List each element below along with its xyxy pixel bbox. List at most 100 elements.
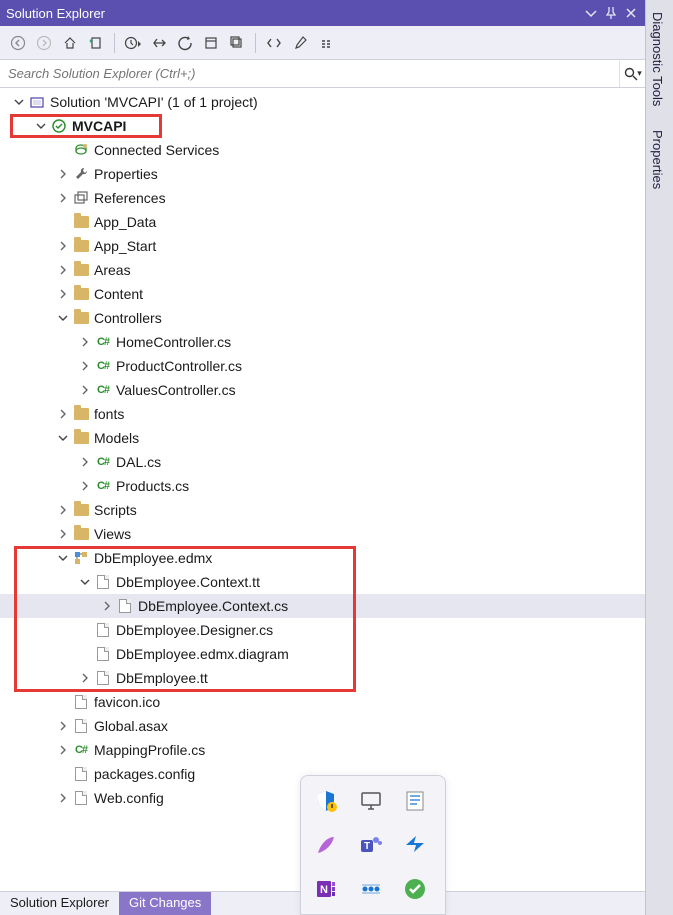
tree-item-label: MappingProfile.cs bbox=[94, 742, 205, 758]
taskbar-notepad-icon[interactable] bbox=[400, 786, 430, 816]
tree-item[interactable]: DbEmployee.Context.tt bbox=[0, 570, 645, 594]
solution-node[interactable]: Solution 'MVCAPI' (1 of 1 project) bbox=[0, 90, 645, 114]
tree-item[interactable]: C#DAL.cs bbox=[0, 450, 645, 474]
tree-item[interactable]: Properties bbox=[0, 162, 645, 186]
file-icon bbox=[94, 645, 112, 663]
tree-item[interactable]: App_Start bbox=[0, 234, 645, 258]
taskbar-power-icon[interactable] bbox=[400, 830, 430, 860]
side-tab-properties[interactable]: Properties bbox=[646, 118, 669, 201]
dropdown-icon[interactable] bbox=[583, 5, 599, 21]
refresh-button[interactable] bbox=[173, 31, 197, 55]
tree-item-label: References bbox=[94, 190, 166, 206]
search-input[interactable] bbox=[0, 60, 619, 87]
tree-item[interactable]: favicon.ico bbox=[0, 690, 645, 714]
expander-icon[interactable] bbox=[56, 287, 70, 301]
taskbar-check-icon[interactable] bbox=[400, 874, 430, 904]
expander-icon[interactable] bbox=[56, 311, 70, 325]
tree-item[interactable]: App_Data bbox=[0, 210, 645, 234]
tree-item[interactable]: DbEmployee.Designer.cs bbox=[0, 618, 645, 642]
folder-icon bbox=[72, 429, 90, 447]
tree-item[interactable]: Connected Services bbox=[0, 138, 645, 162]
tree-item[interactable]: Scripts bbox=[0, 498, 645, 522]
tree-item[interactable]: Areas bbox=[0, 258, 645, 282]
expander-icon[interactable] bbox=[56, 263, 70, 277]
tree-item[interactable]: Controllers bbox=[0, 306, 645, 330]
expander-icon[interactable] bbox=[56, 791, 70, 805]
expander-icon[interactable] bbox=[78, 383, 92, 397]
tree-item[interactable]: C#ProductController.cs bbox=[0, 354, 645, 378]
expander-icon[interactable] bbox=[78, 575, 92, 589]
expander-icon[interactable] bbox=[56, 407, 70, 421]
taskbar-teams-icon[interactable]: T bbox=[356, 830, 386, 860]
home-button[interactable] bbox=[58, 31, 82, 55]
tree-item[interactable]: Models bbox=[0, 426, 645, 450]
tree-item-label: DAL.cs bbox=[116, 454, 161, 470]
cs-icon: C# bbox=[94, 453, 112, 471]
tree-item[interactable]: DbEmployee.Context.cs bbox=[0, 594, 645, 618]
expander-icon[interactable] bbox=[78, 479, 92, 493]
connected-icon bbox=[72, 141, 90, 159]
expander-icon[interactable] bbox=[56, 431, 70, 445]
taskbar-dots-icon[interactable] bbox=[356, 874, 386, 904]
expander-icon[interactable] bbox=[56, 167, 70, 181]
expander-icon[interactable] bbox=[56, 719, 70, 733]
tree-item[interactable]: C#MappingProfile.cs bbox=[0, 738, 645, 762]
tree-item[interactable]: Global.asax bbox=[0, 714, 645, 738]
collapse-button[interactable] bbox=[199, 31, 223, 55]
folder-icon bbox=[72, 309, 90, 327]
close-icon[interactable] bbox=[623, 5, 639, 21]
properties-button[interactable] bbox=[288, 31, 312, 55]
taskbar-feather-icon[interactable] bbox=[311, 830, 341, 860]
tree-item-label: Connected Services bbox=[94, 142, 219, 158]
tree-item[interactable]: DbEmployee.tt bbox=[0, 666, 645, 690]
tree-item-label: DbEmployee.edmx bbox=[94, 550, 212, 566]
tree-item[interactable]: MVCAPI bbox=[0, 114, 645, 138]
tree-item[interactable]: DbEmployee.edmx.diagram bbox=[0, 642, 645, 666]
taskbar-onenote-icon[interactable]: N bbox=[311, 874, 341, 904]
expander-icon[interactable] bbox=[78, 455, 92, 469]
tree-item[interactable]: C#HomeController.cs bbox=[0, 330, 645, 354]
expander-icon[interactable] bbox=[78, 671, 92, 685]
file-icon bbox=[94, 669, 112, 687]
expander-icon[interactable] bbox=[78, 335, 92, 349]
side-tab-diagnostic[interactable]: Diagnostic Tools bbox=[646, 0, 669, 118]
expander-icon[interactable] bbox=[100, 599, 114, 613]
history-button[interactable] bbox=[121, 31, 145, 55]
expander-icon[interactable] bbox=[56, 503, 70, 517]
forward-button[interactable] bbox=[32, 31, 56, 55]
tab-git-changes[interactable]: Git Changes bbox=[119, 892, 211, 915]
back-button[interactable] bbox=[6, 31, 30, 55]
tree-item-label: fonts bbox=[94, 406, 124, 422]
tree-item-label: ValuesController.cs bbox=[116, 382, 236, 398]
expander-icon[interactable] bbox=[78, 359, 92, 373]
preview-button[interactable] bbox=[314, 31, 338, 55]
search-icon[interactable]: ▾ bbox=[619, 61, 645, 87]
tree-item[interactable]: Views bbox=[0, 522, 645, 546]
tree-item[interactable]: References bbox=[0, 186, 645, 210]
sync-button[interactable] bbox=[84, 31, 108, 55]
code-button[interactable] bbox=[262, 31, 286, 55]
file-icon bbox=[72, 789, 90, 807]
expander-icon[interactable] bbox=[56, 527, 70, 541]
folder-icon bbox=[72, 405, 90, 423]
tree-item[interactable]: fonts bbox=[0, 402, 645, 426]
expander-icon[interactable] bbox=[56, 239, 70, 253]
tree-item[interactable]: C#ValuesController.cs bbox=[0, 378, 645, 402]
tree-item[interactable]: DbEmployee.edmx bbox=[0, 546, 645, 570]
expander-icon[interactable] bbox=[12, 95, 26, 109]
solution-label: Solution 'MVCAPI' (1 of 1 project) bbox=[50, 94, 258, 110]
tree-item[interactable]: Content bbox=[0, 282, 645, 306]
wrench-icon bbox=[72, 165, 90, 183]
filter-button[interactable] bbox=[147, 31, 171, 55]
taskbar-shield-icon[interactable] bbox=[311, 786, 341, 816]
folder-icon bbox=[72, 237, 90, 255]
tab-solution-explorer[interactable]: Solution Explorer bbox=[0, 892, 119, 915]
show-all-button[interactable] bbox=[225, 31, 249, 55]
tree-item[interactable]: C#Products.cs bbox=[0, 474, 645, 498]
expander-icon[interactable] bbox=[34, 119, 48, 133]
expander-icon[interactable] bbox=[56, 191, 70, 205]
expander-icon[interactable] bbox=[56, 743, 70, 757]
pin-icon[interactable] bbox=[603, 5, 619, 21]
expander-icon[interactable] bbox=[56, 551, 70, 565]
taskbar-monitor-icon[interactable] bbox=[356, 786, 386, 816]
